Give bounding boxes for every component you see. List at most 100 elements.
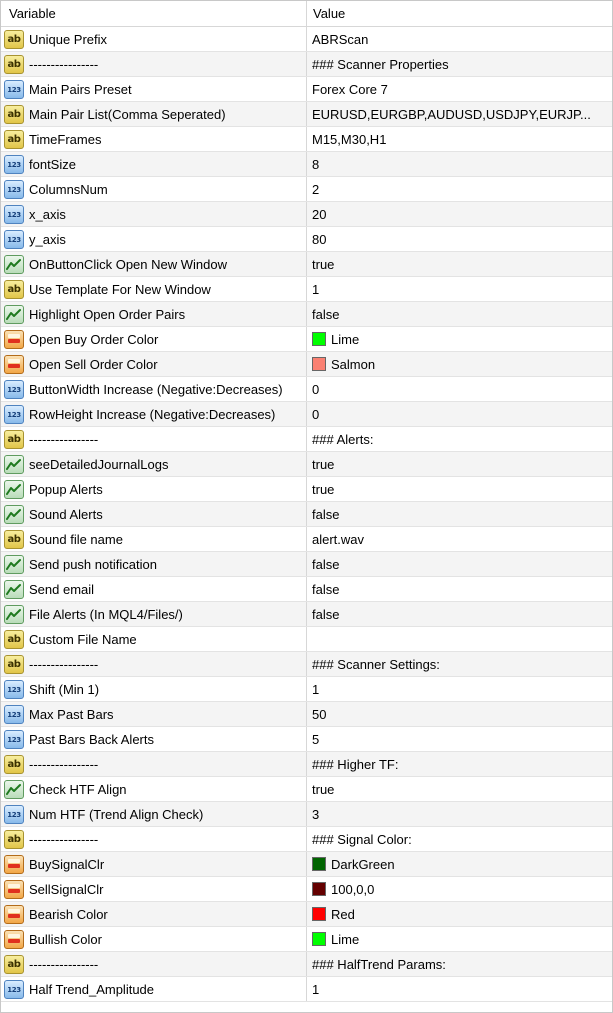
table-row[interactable]: ab TimeFrames M15,M30,H1 xyxy=(1,127,612,152)
value-cell[interactable]: false xyxy=(307,552,612,576)
value-cell[interactable]: true xyxy=(307,477,612,501)
table-row[interactable]: ab ---------------- ### HalfTrend Params: xyxy=(1,952,612,977)
variable-cell[interactable]: Bearish Color xyxy=(1,902,307,926)
table-row[interactable]: ab Main Pair List(Comma Seperated) EURUSD,… xyxy=(1,102,612,127)
table-row[interactable]: ab ---------------- ### Alerts: xyxy=(1,427,612,452)
value-cell[interactable]: Lime xyxy=(307,927,612,951)
variable-cell[interactable]: 123 Past Bars Back Alerts xyxy=(1,727,307,751)
variable-cell[interactable]: 123 Half Trend_Amplitude xyxy=(1,977,307,1001)
variable-cell[interactable]: SellSignalClr xyxy=(1,877,307,901)
value-cell[interactable]: M15,M30,H1 xyxy=(307,127,612,151)
value-cell[interactable]: Forex Core 7 xyxy=(307,77,612,101)
variable-cell[interactable]: ab ---------------- xyxy=(1,827,307,851)
variable-cell[interactable]: Open Buy Order Color xyxy=(1,327,307,351)
variable-cell[interactable]: ab Main Pair List(Comma Seperated) xyxy=(1,102,307,126)
table-row[interactable]: ab ---------------- ### Higher TF: xyxy=(1,752,612,777)
variable-cell[interactable]: 123 Max Past Bars xyxy=(1,702,307,726)
value-cell[interactable]: false xyxy=(307,602,612,626)
value-cell[interactable]: 50 xyxy=(307,702,612,726)
variable-cell[interactable]: Send email xyxy=(1,577,307,601)
table-row[interactable]: Send push notification false xyxy=(1,552,612,577)
value-cell[interactable]: alert.wav xyxy=(307,527,612,551)
variable-cell[interactable]: ab Sound file name xyxy=(1,527,307,551)
value-cell[interactable]: ### Scanner Properties xyxy=(307,52,612,76)
variable-cell[interactable]: ab ---------------- xyxy=(1,427,307,451)
variable-cell[interactable]: Check HTF Align xyxy=(1,777,307,801)
value-cell[interactable]: false xyxy=(307,577,612,601)
value-cell[interactable]: 3 xyxy=(307,802,612,826)
value-cell[interactable]: Salmon xyxy=(307,352,612,376)
table-row[interactable]: Bullish Color Lime xyxy=(1,927,612,952)
table-row[interactable]: 123 Past Bars Back Alerts 5 xyxy=(1,727,612,752)
variable-cell[interactable]: Bullish Color xyxy=(1,927,307,951)
variable-cell[interactable]: ab ---------------- xyxy=(1,52,307,76)
value-cell[interactable]: ### Scanner Settings: xyxy=(307,652,612,676)
value-cell[interactable]: false xyxy=(307,302,612,326)
variable-cell[interactable]: ab ---------------- xyxy=(1,952,307,976)
table-row[interactable]: 123 y_axis 80 xyxy=(1,227,612,252)
table-row[interactable]: ab ---------------- ### Scanner Properties xyxy=(1,52,612,77)
table-row[interactable]: Open Buy Order Color Lime xyxy=(1,327,612,352)
value-cell[interactable]: 5 xyxy=(307,727,612,751)
value-cell[interactable]: 20 xyxy=(307,202,612,226)
value-cell[interactable]: true xyxy=(307,252,612,276)
value-cell[interactable]: true xyxy=(307,777,612,801)
value-cell[interactable]: DarkGreen xyxy=(307,852,612,876)
table-row[interactable]: ab Unique Prefix ABRScan xyxy=(1,27,612,52)
value-cell[interactable]: 80 xyxy=(307,227,612,251)
table-row[interactable]: Open Sell Order Color Salmon xyxy=(1,352,612,377)
value-cell[interactable]: Red xyxy=(307,902,612,926)
column-header-value[interactable]: Value xyxy=(307,1,612,26)
value-cell[interactable]: false xyxy=(307,502,612,526)
value-cell[interactable]: ### Alerts: xyxy=(307,427,612,451)
variable-cell[interactable]: 123 ColumnsNum xyxy=(1,177,307,201)
table-row[interactable]: ab ---------------- ### Signal Color: xyxy=(1,827,612,852)
variable-cell[interactable]: 123 ButtonWidth Increase (Negative:Decrea… xyxy=(1,377,307,401)
variable-cell[interactable]: Highlight Open Order Pairs xyxy=(1,302,307,326)
variable-cell[interactable]: ab Use Template For New Window xyxy=(1,277,307,301)
variable-cell[interactable]: ab ---------------- xyxy=(1,752,307,776)
table-row[interactable]: 123 Half Trend_Amplitude 1 xyxy=(1,977,612,1002)
table-row[interactable]: ab Sound file name alert.wav xyxy=(1,527,612,552)
variable-cell[interactable]: ab ---------------- xyxy=(1,652,307,676)
variable-cell[interactable]: seeDetailedJournalLogs xyxy=(1,452,307,476)
variable-cell[interactable]: ab Custom File Name xyxy=(1,627,307,651)
variable-cell[interactable]: ab TimeFrames xyxy=(1,127,307,151)
table-row[interactable]: 123 ButtonWidth Increase (Negative:Decrea… xyxy=(1,377,612,402)
table-row[interactable]: File Alerts (In MQL4/Files/) false xyxy=(1,602,612,627)
value-cell[interactable]: ### Signal Color: xyxy=(307,827,612,851)
value-cell[interactable]: 1 xyxy=(307,277,612,301)
table-row[interactable]: Bearish Color Red xyxy=(1,902,612,927)
table-row[interactable]: ab ---------------- ### Scanner Settings: xyxy=(1,652,612,677)
table-row[interactable]: OnButtonClick Open New Window true xyxy=(1,252,612,277)
value-cell[interactable]: 100,0,0 xyxy=(307,877,612,901)
table-row[interactable]: Highlight Open Order Pairs false xyxy=(1,302,612,327)
table-row[interactable]: Sound Alerts false xyxy=(1,502,612,527)
table-row[interactable]: 123 ColumnsNum 2 xyxy=(1,177,612,202)
table-row[interactable]: BuySignalClr DarkGreen xyxy=(1,852,612,877)
table-row[interactable]: ab Use Template For New Window 1 xyxy=(1,277,612,302)
variable-cell[interactable]: 123 Num HTF (Trend Align Check) xyxy=(1,802,307,826)
table-row[interactable]: 123 x_axis 20 xyxy=(1,202,612,227)
value-cell[interactable]: 8 xyxy=(307,152,612,176)
table-row[interactable]: 123 Main Pairs Preset Forex Core 7 xyxy=(1,77,612,102)
variable-cell[interactable]: Sound Alerts xyxy=(1,502,307,526)
table-row[interactable]: Popup Alerts true xyxy=(1,477,612,502)
value-cell[interactable]: EURUSD,EURGBP,AUDUSD,USDJPY,EURJP... xyxy=(307,102,612,126)
column-header-variable[interactable]: Variable xyxy=(1,1,307,26)
variable-cell[interactable]: 123 Shift (Min 1) xyxy=(1,677,307,701)
value-cell[interactable]: 0 xyxy=(307,377,612,401)
variable-cell[interactable]: File Alerts (In MQL4/Files/) xyxy=(1,602,307,626)
variable-cell[interactable]: Send push notification xyxy=(1,552,307,576)
table-row[interactable]: SellSignalClr 100,0,0 xyxy=(1,877,612,902)
value-cell[interactable]: ### HalfTrend Params: xyxy=(307,952,612,976)
value-cell[interactable] xyxy=(307,627,612,651)
table-row[interactable]: Check HTF Align true xyxy=(1,777,612,802)
variable-cell[interactable]: 123 Main Pairs Preset xyxy=(1,77,307,101)
value-cell[interactable]: ### Higher TF: xyxy=(307,752,612,776)
variable-cell[interactable]: 123 x_axis xyxy=(1,202,307,226)
table-row[interactable]: 123 Num HTF (Trend Align Check) 3 xyxy=(1,802,612,827)
variable-cell[interactable]: 123 fontSize xyxy=(1,152,307,176)
table-row[interactable]: 123 RowHeight Increase (Negative:Decrease… xyxy=(1,402,612,427)
value-cell[interactable]: ABRScan xyxy=(307,27,612,51)
